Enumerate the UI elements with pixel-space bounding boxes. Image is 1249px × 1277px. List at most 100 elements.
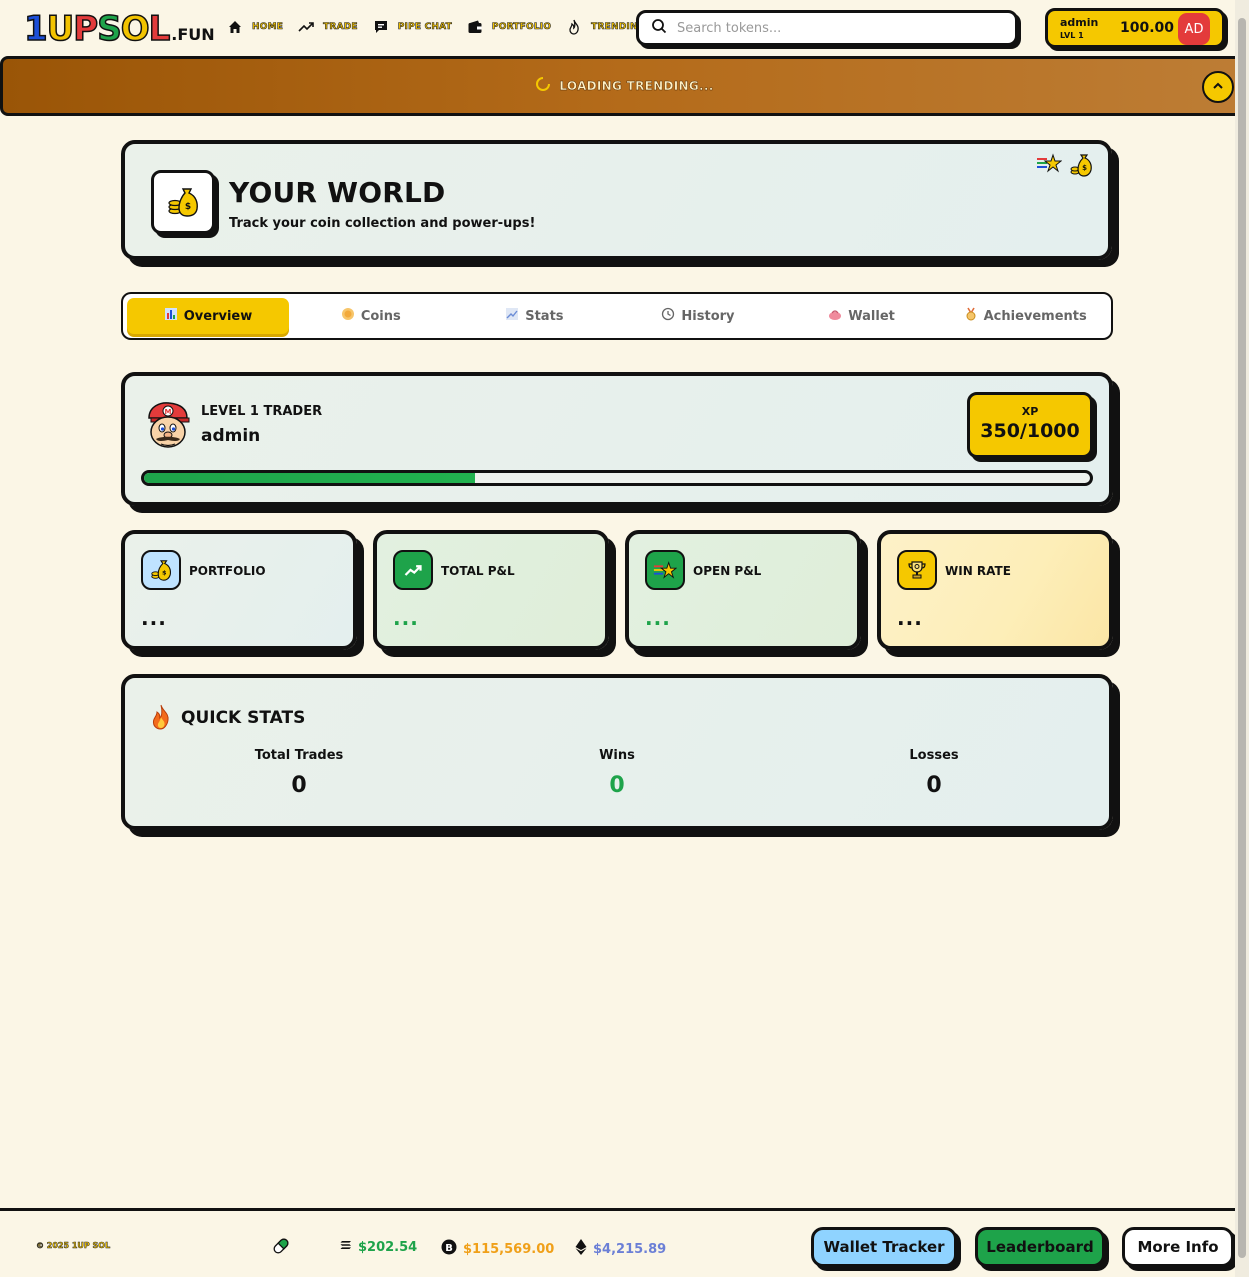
- total-pnl-stat-value: ...: [393, 606, 419, 630]
- wallet-tracker-button[interactable]: Wallet Tracker: [811, 1227, 957, 1267]
- money-bag-icon: $: [141, 550, 181, 590]
- wins-label: Wins: [599, 748, 635, 763]
- section-tabs: Overview Coins Stats History Wallet Achi…: [121, 292, 1113, 340]
- ticker-text: LOADING TRENDING...: [559, 79, 714, 93]
- quick-stats-title: QUICK STATS: [181, 708, 306, 728]
- nav-trade[interactable]: TRADE: [297, 18, 358, 36]
- tab-achievements[interactable]: Achievements: [943, 298, 1107, 334]
- tab-coins-label: Coins: [360, 308, 401, 324]
- quick-stats-card: QUICK STATS Total Trades 0 Wins 0 Losses…: [121, 674, 1113, 830]
- open-pnl-stat-card: OPEN P&L ...: [625, 530, 861, 650]
- logo-suffix: .FUN: [171, 25, 215, 44]
- page-scrollbar[interactable]: [1235, 0, 1249, 1277]
- losses-stat: Losses 0: [834, 748, 1034, 798]
- chevron-up-icon: [1211, 78, 1225, 97]
- nav-portfolio[interactable]: PORTFOLIO: [466, 18, 551, 36]
- svg-text:M: M: [165, 408, 172, 416]
- avatar[interactable]: AD: [1178, 13, 1210, 45]
- footer-bar: © 2025 1UP SOL $202.54 B $115,569.00 $4,…: [0, 1208, 1249, 1277]
- svg-text:$: $: [1082, 164, 1087, 172]
- medal-icon: [964, 307, 978, 325]
- home-icon: [226, 18, 244, 36]
- win-rate-stat-card: WIN RATE ...: [877, 530, 1113, 650]
- leaderboard-button[interactable]: Leaderboard: [975, 1227, 1105, 1267]
- nav-trending[interactable]: TRENDING: [565, 18, 645, 36]
- tab-coins[interactable]: Coins: [289, 298, 453, 334]
- trader-level-label: LEVEL 1 TRADER: [201, 404, 323, 419]
- collapse-ticker-button[interactable]: [1202, 71, 1234, 103]
- btc-price-value: $115,569.00: [463, 1241, 555, 1257]
- tab-history[interactable]: History: [616, 298, 780, 334]
- bitcoin-icon: B: [441, 1239, 457, 1259]
- page-subtitle: Track your coin collection and power-ups…: [229, 216, 536, 231]
- tab-overview[interactable]: Overview: [127, 298, 289, 334]
- trader-profile-card: M LEVEL 1 TRADER admin XP 350/1000: [121, 372, 1113, 506]
- top-navigation-bar: 1UPSOL .FUN HOME TRADE PIPE CHAT PORTFOL…: [0, 0, 1249, 56]
- portfolio-stat-label: PORTFOLIO: [189, 564, 266, 578]
- nav-home[interactable]: HOME: [226, 18, 283, 36]
- total-pnl-stat-label: TOTAL P&L: [441, 564, 515, 578]
- bar-chart-icon: [164, 307, 178, 325]
- chat-icon: [372, 18, 390, 36]
- search-bar: [636, 10, 1018, 46]
- trophy-icon: [897, 550, 937, 590]
- tab-achievements-label: Achievements: [983, 308, 1087, 324]
- nav-pipe-chat[interactable]: PIPE CHAT: [372, 18, 452, 36]
- plumber-avatar-icon: M: [141, 398, 195, 452]
- tab-stats[interactable]: Stats: [453, 298, 617, 334]
- nav-portfolio-label: PORTFOLIO: [491, 22, 552, 33]
- trending-ticker: LOADING TRENDING...: [0, 56, 1249, 116]
- search-input[interactable]: [677, 20, 997, 36]
- copyright-text: © 2025 1UP SOL: [36, 1241, 111, 1251]
- win-rate-stat-label: WIN RATE: [945, 564, 1011, 578]
- losses-value: 0: [926, 773, 942, 798]
- money-bag-icon: $: [151, 170, 215, 234]
- total-trades-label: Total Trades: [254, 748, 344, 763]
- xp-progress-bar: [141, 470, 1093, 486]
- shooting-star-icon: [645, 550, 685, 590]
- wins-stat: Wins 0: [517, 748, 717, 798]
- pill-icon[interactable]: [270, 1235, 292, 1261]
- more-info-button[interactable]: More Info: [1122, 1227, 1234, 1267]
- trader-name: admin: [201, 426, 261, 446]
- coin-icon: [341, 307, 355, 325]
- xp-value: 350/1000: [980, 420, 1080, 442]
- trending-up-icon: [297, 18, 315, 36]
- brand-logo[interactable]: 1UPSOL .FUN: [23, 8, 215, 49]
- user-balance: 100.00: [1120, 20, 1175, 36]
- solana-icon: [340, 1239, 352, 1255]
- total-trades-value: 0: [291, 773, 307, 798]
- clock-icon: [661, 307, 675, 325]
- user-level: LVL 1: [1060, 31, 1084, 40]
- nav-trade-label: TRADE: [323, 22, 358, 33]
- svg-text:$: $: [185, 202, 191, 212]
- sol-price: $202.54: [340, 1239, 417, 1255]
- portfolio-stat-card: $ PORTFOLIO ...: [121, 530, 357, 650]
- losses-label: Losses: [909, 748, 959, 763]
- portfolio-stat-value: ...: [141, 606, 167, 630]
- page-header-card: $ YOUR WORLD Track your coin collection …: [121, 140, 1112, 260]
- logo-wordmark: 1UPSOL: [23, 9, 171, 49]
- user-account-chip[interactable]: admin LVL 1 100.00 AD: [1045, 8, 1225, 48]
- user-name: admin: [1060, 16, 1099, 29]
- svg-text:B: B: [445, 1243, 453, 1254]
- nav-pipe-chat-label: PIPE CHAT: [397, 22, 452, 33]
- purse-icon: [828, 307, 842, 325]
- search-icon: [651, 18, 667, 38]
- xp-label: XP: [1021, 405, 1039, 418]
- xp-badge: XP 350/1000: [967, 392, 1093, 458]
- shooting-star-icon: [1036, 152, 1063, 182]
- line-chart-icon: [505, 307, 519, 325]
- main-nav: HOME TRADE PIPE CHAT PORTFOLIO TRENDING: [226, 18, 653, 36]
- scrollbar-thumb[interactable]: [1238, 18, 1246, 1258]
- tab-wallet-label: Wallet: [848, 308, 895, 324]
- tab-overview-label: Overview: [183, 308, 253, 324]
- tab-stats-label: Stats: [525, 308, 564, 324]
- open-pnl-stat-value: ...: [645, 606, 671, 630]
- open-pnl-stat-label: OPEN P&L: [693, 564, 762, 578]
- ethereum-icon: [575, 1239, 587, 1259]
- tab-history-label: History: [681, 308, 735, 324]
- wallet-icon: [466, 18, 484, 36]
- tab-wallet[interactable]: Wallet: [780, 298, 944, 334]
- total-trades-stat: Total Trades 0: [199, 748, 399, 798]
